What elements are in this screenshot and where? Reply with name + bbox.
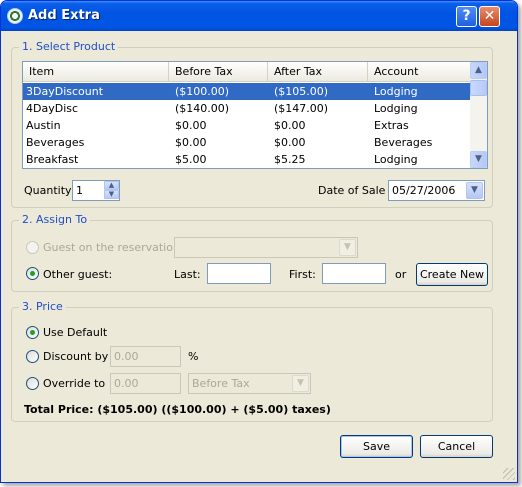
select-product-label: 1. Select Product — [19, 40, 119, 53]
after-tax-cell: $5.25 — [274, 153, 306, 166]
item-cell: 3DayDiscount — [26, 85, 104, 98]
before-tax-cell: ($140.00) — [175, 102, 230, 115]
chevron-down-icon[interactable]: ▼ — [339, 239, 356, 256]
discount-input[interactable]: 0.00 — [110, 346, 181, 367]
table-row[interactable]: 3DayDiscount ($100.00) ($105.00) Lodging — [23, 83, 471, 100]
other-guest-label: Other guest: — [43, 268, 113, 281]
quantity-stepper[interactable]: ▲ ▼ — [104, 181, 119, 200]
table-row[interactable]: Beverages $0.00 $0.00 Beverages — [23, 134, 471, 151]
after-tax-cell: $0.00 — [274, 119, 306, 132]
first-name-input[interactable] — [322, 263, 386, 284]
before-tax-cell: ($100.00) — [175, 85, 230, 98]
table-row[interactable]: 4DayDisc ($140.00) ($147.00) Lodging — [23, 100, 471, 117]
cancel-button[interactable]: Cancel — [420, 435, 493, 458]
item-cell: Beverages — [26, 136, 85, 149]
after-tax-cell: $0.00 — [274, 136, 306, 149]
account-cell: Lodging — [374, 102, 418, 115]
app-icon — [7, 8, 23, 24]
list-scrollbar[interactable]: ▲ ▼ — [470, 62, 487, 168]
last-name-input[interactable] — [207, 263, 271, 284]
scroll-up-icon[interactable]: ▲ — [470, 62, 487, 79]
use-default-label: Use Default — [43, 326, 108, 339]
column-before-tax[interactable]: Before Tax — [169, 62, 268, 82]
override-to-radio[interactable] — [26, 377, 39, 390]
spin-down-icon[interactable]: ▼ — [104, 190, 119, 199]
list-header: Item Before Tax After Tax Account — [23, 62, 471, 82]
override-to-label: Override to — [43, 377, 106, 390]
window-title: Add Extra — [28, 8, 100, 23]
total-price: Total Price: ($105.00) (($100.00) + ($5.… — [24, 403, 331, 416]
before-tax-cell: $5.00 — [175, 153, 207, 166]
guest-on-reservation-label: Guest on the reservation — [43, 241, 180, 254]
account-cell: Lodging — [374, 85, 418, 98]
item-cell: Austin — [26, 119, 61, 132]
override-mode-value: Before Tax — [192, 377, 250, 390]
account-cell: Extras — [374, 119, 409, 132]
percent-label: % — [188, 350, 199, 363]
first-name-label: First: — [289, 268, 316, 281]
title-bar[interactable]: Add Extra ? ✕ — [1, 1, 517, 31]
quantity-label: Quantity — [24, 184, 72, 197]
account-cell: Beverages — [374, 136, 433, 149]
chevron-down-icon[interactable]: ▼ — [292, 375, 309, 392]
assign-to-label: 2. Assign To — [19, 213, 91, 226]
date-value: 05/27/2006 — [392, 184, 456, 197]
item-cell: Breakfast — [26, 153, 79, 166]
spin-up-icon[interactable]: ▲ — [104, 181, 119, 190]
after-tax-cell: ($105.00) — [274, 85, 329, 98]
product-list[interactable]: Item Before Tax After Tax Account 3DayDi… — [22, 61, 488, 169]
override-mode-select[interactable]: Before Tax ▼ — [188, 373, 311, 394]
help-button[interactable]: ? — [456, 6, 477, 27]
date-of-sale-picker[interactable]: 05/27/2006 ▼ — [388, 180, 485, 201]
account-cell: Lodging — [374, 153, 418, 166]
save-button[interactable]: Save — [340, 435, 413, 458]
scroll-down-icon[interactable]: ▼ — [470, 151, 487, 168]
scroll-thumb[interactable] — [470, 80, 487, 96]
table-row[interactable]: Austin $0.00 $0.00 Extras — [23, 117, 471, 134]
guest-on-reservation-radio[interactable] — [26, 241, 39, 254]
table-row[interactable]: Breakfast $5.00 $5.25 Lodging — [23, 151, 471, 168]
column-account[interactable]: Account — [368, 62, 471, 82]
before-tax-cell: $0.00 — [175, 119, 207, 132]
column-item[interactable]: Item — [23, 62, 169, 82]
override-input[interactable]: 0.00 — [110, 373, 181, 394]
close-button[interactable]: ✕ — [479, 6, 500, 27]
last-name-label: Last: — [174, 268, 201, 281]
resize-grip-icon[interactable] — [503, 468, 515, 480]
create-new-button[interactable]: Create New — [416, 263, 488, 286]
chevron-down-icon[interactable]: ▼ — [466, 182, 483, 199]
before-tax-cell: $0.00 — [175, 136, 207, 149]
price-label: 3. Price — [19, 300, 66, 313]
use-default-radio[interactable] — [26, 326, 39, 339]
after-tax-cell: ($147.00) — [274, 102, 329, 115]
add-extra-dialog: Add Extra ? ✕ 1. Select Product Item Bef… — [0, 0, 518, 483]
discount-by-label: Discount by — [43, 350, 109, 363]
other-guest-radio[interactable] — [26, 267, 39, 280]
column-after-tax[interactable]: After Tax — [268, 62, 368, 82]
guest-on-reservation-select[interactable]: ▼ — [174, 237, 358, 258]
date-of-sale-label: Date of Sale — [318, 184, 386, 197]
discount-by-radio[interactable] — [26, 350, 39, 363]
or-label: or — [395, 268, 407, 281]
item-cell: 4DayDisc — [26, 102, 79, 115]
